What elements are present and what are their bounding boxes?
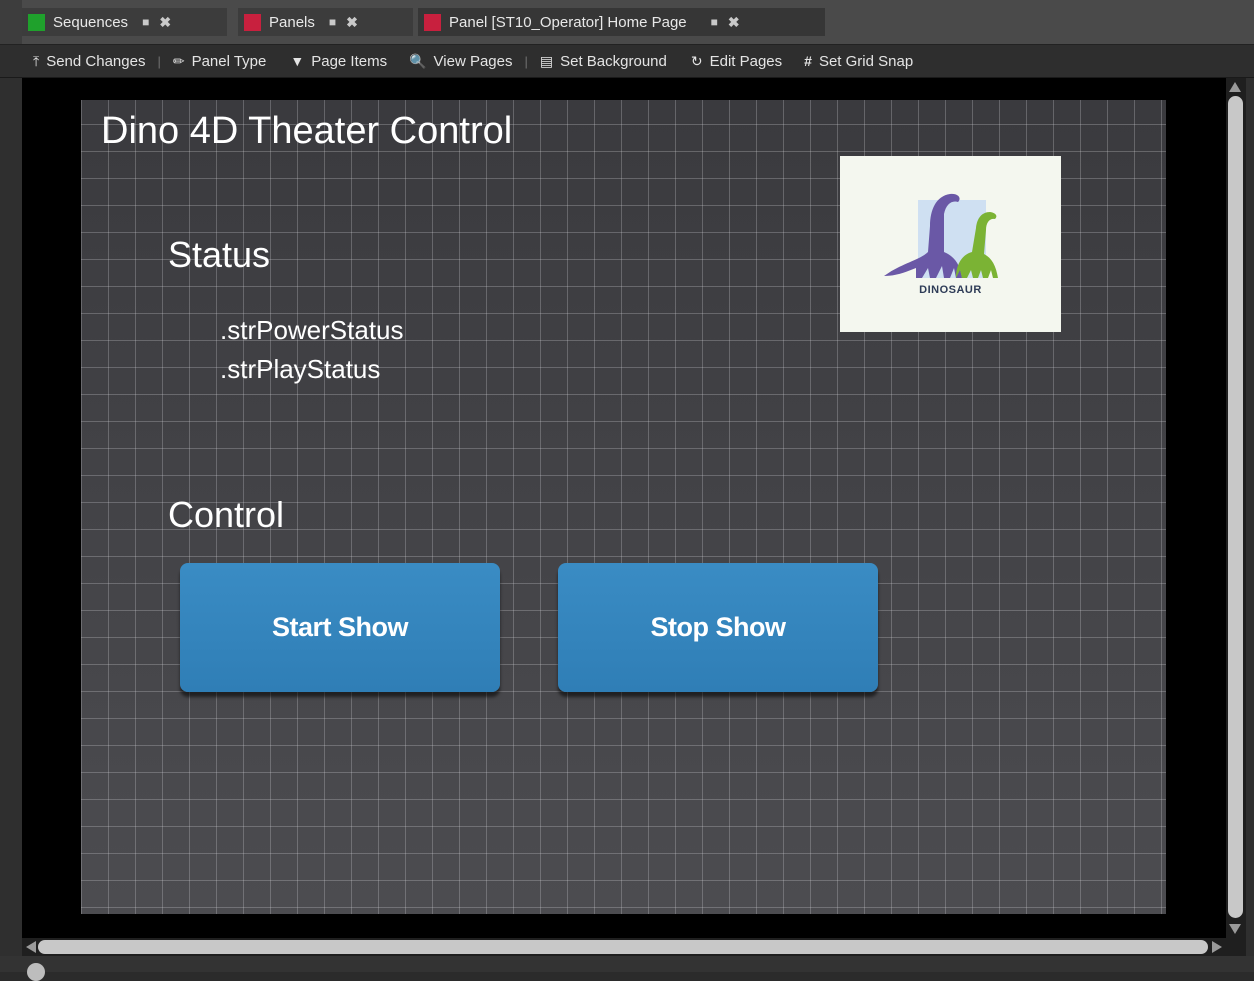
- set-grid-snap-button[interactable]: # Set Grid Snap: [804, 53, 913, 70]
- view-pages-label: View Pages: [433, 52, 513, 70]
- panel-page-canvas[interactable]: Dino 4D Theater Control Status .strPower…: [81, 100, 1166, 914]
- page-items-label: Page Items: [311, 52, 388, 70]
- zoom-bar: [0, 956, 1254, 981]
- tab-label: Sequences: [53, 13, 129, 31]
- play-status-text[interactable]: .strPlayStatus: [220, 354, 380, 385]
- horizontal-scroll-thumb[interactable]: [38, 940, 1208, 954]
- upload-icon: ⤒: [33, 52, 40, 69]
- control-heading[interactable]: Control: [168, 494, 284, 536]
- vertical-scroll-thumb[interactable]: [1228, 96, 1243, 918]
- close-tab-icon[interactable]: ✖: [159, 14, 171, 31]
- panel-type-button[interactable]: ✏ Panel Type: [173, 53, 267, 70]
- view-pages-icon: 🔍: [409, 52, 427, 69]
- edit-pages-button[interactable]: ↻ Edit Pages: [691, 53, 782, 70]
- tab-panels[interactable]: Panels ■ ✖: [238, 8, 413, 36]
- tab-label: Panels: [269, 13, 315, 31]
- scroll-left-icon[interactable]: [26, 941, 36, 953]
- send-changes-label: Send Changes: [46, 52, 146, 70]
- logo-text: DINOSAUR: [919, 284, 982, 296]
- vertical-scrollbar[interactable]: [1226, 78, 1246, 938]
- grid-icon: #: [804, 53, 812, 69]
- panel-type-label: Panel Type: [191, 52, 267, 70]
- panel-canvas-viewport: Dino 4D Theater Control Status .strPower…: [22, 78, 1226, 938]
- tab-color-swatch: [244, 13, 261, 31]
- close-tab-icon[interactable]: ✖: [346, 14, 358, 31]
- power-status-text[interactable]: .strPowerStatus: [220, 315, 404, 346]
- set-background-button[interactable]: ▤ Set Background: [540, 53, 667, 70]
- panel-editor-toolbar: ⤒ Send Changes | ✏ Panel Type ▼ Page Ite…: [0, 44, 1254, 78]
- set-grid-snap-label: Set Grid Snap: [818, 52, 914, 70]
- tab-color-swatch: [28, 13, 45, 31]
- start-show-button[interactable]: Start Show: [180, 563, 500, 692]
- panel-title[interactable]: Dino 4D Theater Control: [101, 110, 512, 153]
- float-tab-icon[interactable]: ■: [329, 15, 336, 29]
- toolbar-separator: |: [524, 53, 528, 69]
- tab-color-swatch: [424, 13, 441, 31]
- left-frame: [0, 78, 22, 956]
- float-tab-icon[interactable]: ■: [711, 15, 718, 29]
- zoom-slider-handle[interactable]: [27, 963, 45, 981]
- toolbar-separator: |: [157, 53, 161, 69]
- tab-panel-home-page[interactable]: Panel [ST10_Operator] Home Page ■ ✖: [418, 8, 825, 36]
- dinosaur-logo[interactable]: DINOSAUR: [840, 156, 1061, 332]
- view-pages-button[interactable]: 🔍 View Pages: [409, 53, 512, 70]
- background-icon: ▤: [539, 52, 554, 69]
- scroll-right-icon[interactable]: [1212, 941, 1222, 953]
- close-tab-icon[interactable]: ✖: [728, 14, 740, 31]
- scroll-up-icon[interactable]: [1229, 82, 1241, 92]
- right-frame: [1246, 78, 1254, 956]
- tab-strip: Sequences ■ ✖ Panels ■ ✖ Panel [ST10_Ope…: [0, 0, 1254, 44]
- edit-pages-label: Edit Pages: [709, 52, 783, 70]
- scroll-down-icon[interactable]: [1229, 924, 1241, 934]
- tab-strip-gutter: [0, 0, 22, 44]
- dinosaur-icon: [884, 193, 998, 278]
- edit-pages-icon: ↻: [690, 52, 703, 69]
- status-heading[interactable]: Status: [168, 234, 270, 276]
- stop-show-button[interactable]: Stop Show: [558, 563, 878, 692]
- send-changes-button[interactable]: ⤒ Send Changes: [33, 53, 145, 70]
- page-items-icon: ▼: [290, 53, 305, 69]
- float-tab-icon[interactable]: ■: [142, 15, 149, 29]
- tab-label: Panel [ST10_Operator] Home Page: [449, 13, 687, 31]
- pencil-icon: ✏: [172, 52, 185, 69]
- page-items-button[interactable]: ▼ Page Items: [290, 53, 387, 70]
- scrollbar-corner: [1226, 938, 1246, 956]
- set-background-label: Set Background: [560, 52, 667, 70]
- tab-sequences[interactable]: Sequences ■ ✖: [22, 8, 227, 36]
- horizontal-scrollbar[interactable]: [22, 938, 1226, 956]
